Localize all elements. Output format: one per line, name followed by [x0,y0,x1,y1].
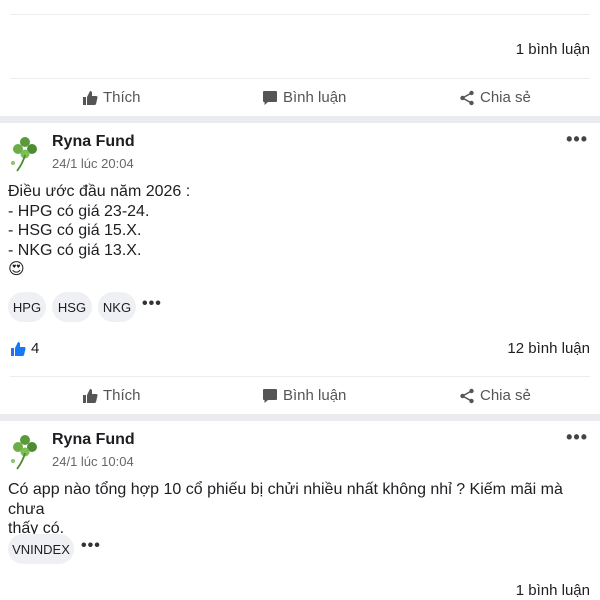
post-text: Có app nào tổng hợp 10 cổ phiếu bị chửi … [8,480,600,539]
post-card: Ryna Fund 24/1 lúc 10:04 ••• Có app nào … [0,421,600,600]
stock-tag-vnindex[interactable]: VNINDEX [8,534,74,564]
divider [10,14,590,15]
stock-tag-nkg[interactable]: NKG [98,292,136,322]
like-button[interactable]: Thích [82,387,141,404]
more-tags-icon[interactable]: ••• [142,295,162,313]
like-button[interactable]: Thích [82,89,141,106]
comment-count-link[interactable]: 12 bình luận [507,340,590,357]
divider [10,78,590,79]
share-label: Chia sẻ [480,89,531,106]
thumbs-up-icon [83,388,98,403]
share-icon [460,388,474,403]
share-button[interactable]: Chia sẻ [459,387,531,404]
avatar[interactable] [8,431,42,471]
more-options-icon[interactable]: ••• [566,427,588,448]
comment-button[interactable]: Bình luận [262,89,346,106]
more-options-icon[interactable]: ••• [566,129,588,150]
divider [10,376,590,377]
post-card-previous: 1 bình luận Thích Bình luận Chia sẻ [0,0,600,116]
post-text: Điều ước đầu năm 2026 : - HPG có giá 23-… [8,182,190,280]
post-timestamp[interactable]: 24/1 lúc 10:04 [52,454,134,469]
comment-button[interactable]: Bình luận [262,387,346,404]
share-icon [460,90,474,105]
like-label: Thích [103,89,141,106]
comment-label: Bình luận [283,89,347,106]
like-count: 4 [31,340,40,357]
comment-count-link[interactable]: 1 bình luận [516,582,590,599]
clover-logo-icon [11,435,37,470]
thumbs-up-icon [83,90,98,105]
post-line: - HPG có giá 23-24. [8,202,150,220]
stock-tag-hsg[interactable]: HSG [52,292,92,322]
heart-eyes-emoji: 😍 [8,261,25,278]
author-name[interactable]: Ryna Fund [52,133,135,151]
reaction-summary[interactable]: 4 [10,340,39,357]
comment-icon [263,90,277,105]
stock-tag-hpg[interactable]: HPG [8,292,46,322]
more-tags-icon[interactable]: ••• [81,537,101,555]
post-line: Điều ước đầu năm 2026 : [8,183,191,200]
thumbs-up-icon [11,341,26,356]
comment-icon [263,388,277,403]
post-timestamp[interactable]: 24/1 lúc 20:04 [52,156,134,171]
post-line: thấy có. [8,520,65,537]
share-label: Chia sẻ [480,387,531,404]
comment-label: Bình luận [283,387,347,404]
post-line: - NKG có giá 13.X. [8,241,142,259]
post-line: Có app nào tổng hợp 10 cổ phiếu bị chửi … [8,481,563,518]
clover-logo-icon [11,137,37,172]
author-name[interactable]: Ryna Fund [52,431,135,449]
share-button[interactable]: Chia sẻ [459,89,531,106]
post-line: - HSG có giá 15.X. [8,222,142,239]
avatar[interactable] [8,133,42,173]
post-card: Ryna Fund 24/1 lúc 20:04 ••• Điều ước đầ… [0,123,600,414]
like-label: Thích [103,387,141,404]
comment-count-link[interactable]: 1 bình luận [516,41,590,58]
